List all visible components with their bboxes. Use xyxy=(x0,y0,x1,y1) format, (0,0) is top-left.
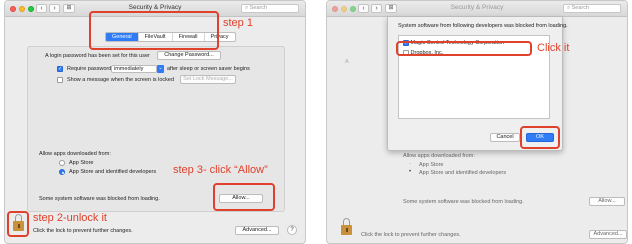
step3-note: step 3- click “Allow” xyxy=(173,164,268,176)
app-store-label: App Store xyxy=(69,160,94,166)
blocked-software-text: Some system software was blocked from lo… xyxy=(39,196,160,202)
security-privacy-window-step1: ‹ › ⊞ Security & Privacy ⌕ Search Genera… xyxy=(4,0,306,244)
set-lock-message-button[interactable]: Set Lock Message... xyxy=(180,75,236,84)
cancel-button[interactable]: Cancel xyxy=(490,133,520,142)
show-message-checkbox[interactable] xyxy=(57,77,63,83)
advanced-button[interactable]: Advanced... xyxy=(235,226,279,235)
change-password-button[interactable]: Change Password... xyxy=(157,51,221,60)
require-password-checkbox[interactable]: ✓ xyxy=(57,66,63,72)
app-store-radio[interactable] xyxy=(59,160,65,166)
app-store-bullet: · xyxy=(409,161,411,167)
step2-highlight xyxy=(7,211,29,237)
search-placeholder: Search xyxy=(571,5,590,11)
allow-button[interactable]: Allow... xyxy=(589,197,625,206)
step2-note: step 2-unlock it xyxy=(33,212,107,224)
require-password-select[interactable]: immediately xyxy=(111,65,157,73)
lock-body xyxy=(341,225,352,235)
allow-apps-label: Allow apps downloaded from: xyxy=(39,151,111,157)
lock-icon[interactable] xyxy=(341,218,352,235)
security-privacy-window-dialog: ‹ › ⊞ Security & Privacy ⌕ Search A Allo… xyxy=(326,0,628,244)
show-message-label: Show a message when the screen is locked xyxy=(67,77,175,83)
magic-control-highlight xyxy=(396,41,532,56)
allow-apps-label: Allow apps downloaded from: xyxy=(403,153,475,159)
search-field[interactable]: ⌕ Search xyxy=(563,4,621,13)
click-it-note: Click it xyxy=(537,42,570,54)
identified-developers-label: App Store and identified developers xyxy=(69,169,157,175)
lock-text: Click the lock to prevent further change… xyxy=(361,232,461,238)
blocked-software-text: Some system software was blocked from lo… xyxy=(403,199,524,205)
require-password-label: Require password xyxy=(67,66,112,72)
identified-developers-label: App Store and identified developers xyxy=(419,170,507,176)
step1-highlight xyxy=(89,11,219,50)
search-placeholder: Search xyxy=(249,5,268,11)
app-store-label: App Store xyxy=(419,162,444,168)
step1-note: step 1 xyxy=(223,17,253,29)
login-password-text-partial: A xyxy=(345,59,349,65)
help-button[interactable]: ? xyxy=(287,225,297,235)
lock-text: Click the lock to prevent further change… xyxy=(33,228,133,234)
dialog-message: System software from following developer… xyxy=(398,23,568,29)
identified-developers-bullet: • xyxy=(409,169,412,175)
after-sleep-text: after sleep or screen saver begins xyxy=(167,66,250,72)
title-bar: ‹ › ⊞ Security & Privacy ⌕ Search xyxy=(327,1,627,17)
ok-button-highlight xyxy=(520,126,560,149)
search-field[interactable]: ⌕ Search xyxy=(241,4,299,13)
login-password-text: A login password has been set for this u… xyxy=(45,53,150,59)
chevron-down-icon[interactable]: ⌄ xyxy=(157,65,164,73)
step3-highlight xyxy=(213,183,275,211)
advanced-button[interactable]: Advanced... xyxy=(589,230,627,239)
search-icon: ⌕ xyxy=(567,5,571,11)
identified-developers-radio[interactable] xyxy=(59,169,65,175)
search-icon: ⌕ xyxy=(245,5,249,11)
